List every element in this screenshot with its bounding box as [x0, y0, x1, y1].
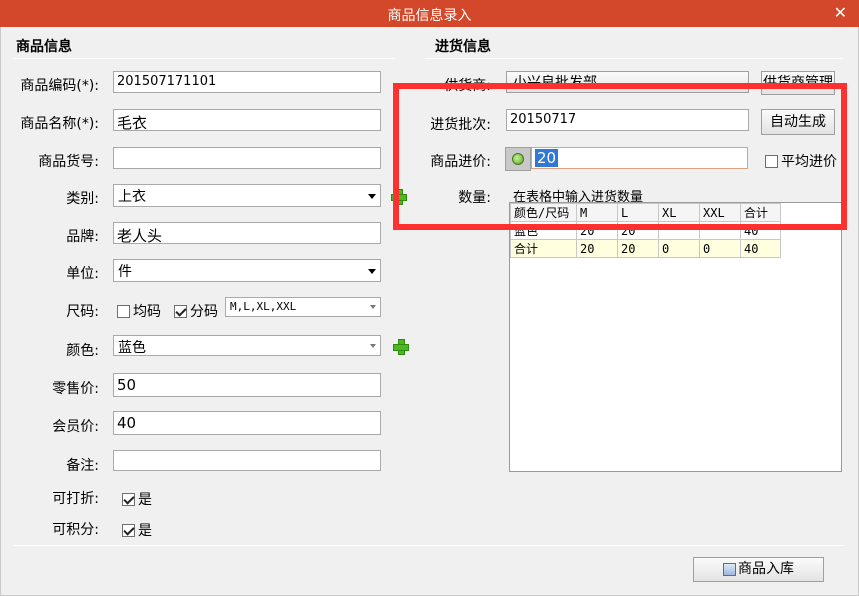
- grid-header-cell: 颜色/尺码: [510, 203, 577, 222]
- chevron-down-icon: [370, 343, 376, 348]
- discountable-checkbox[interactable]: [122, 492, 135, 506]
- grid-cell[interactable]: [658, 221, 700, 240]
- split-size-option[interactable]: 分码: [174, 301, 218, 321]
- brand-input[interactable]: 老人头: [113, 222, 381, 244]
- supplier-manage-button[interactable]: 供货商管理: [761, 71, 835, 95]
- member-price-label: 会员价:: [52, 419, 99, 435]
- supplier-label: 供货商:: [444, 78, 491, 94]
- name-label: 商品名称(*):: [20, 116, 99, 132]
- item-no-label: 商品货号:: [38, 154, 99, 170]
- batch-label: 进货批次:: [430, 117, 491, 133]
- grid-cell: 0: [699, 239, 741, 258]
- grid-cell: 0: [658, 239, 700, 258]
- category-select[interactable]: 上衣: [113, 184, 381, 207]
- discountable-label: 可打折:: [52, 491, 99, 507]
- grid-cell: 40: [740, 239, 781, 258]
- unit-value: 件: [118, 264, 132, 280]
- add-category-icon[interactable]: [390, 188, 407, 205]
- size-label: 尺码:: [66, 304, 99, 320]
- title-bar: 商品信息录入 ✕: [0, 0, 859, 27]
- add-color-icon[interactable]: [392, 338, 409, 355]
- supplier-select[interactable]: 小兴良批发部: [506, 71, 749, 93]
- purchase-price-label: 商品进价:: [430, 154, 491, 170]
- uniform-size-checkbox[interactable]: [117, 304, 130, 318]
- code-input[interactable]: 201507171101: [113, 71, 381, 93]
- purchase-section-title: 进货信息: [435, 39, 491, 55]
- retail-price-label: 零售价:: [52, 381, 99, 397]
- split-size-checkbox[interactable]: [174, 304, 187, 318]
- uniform-size-option[interactable]: 均码: [117, 301, 161, 321]
- grid-cell: 蓝色: [510, 221, 577, 240]
- code-label: 商品编码(*):: [20, 78, 99, 94]
- grid-cell: 合计: [510, 239, 577, 258]
- remark-label: 备注:: [66, 458, 99, 474]
- dialog-body: 商品信息 商品编码(*): 201507171101 商品名称(*): 毛衣 商…: [0, 27, 859, 596]
- grid-header-row: 颜色/尺码 M L XL XXL 合计: [510, 203, 781, 222]
- color-value: 蓝色: [118, 340, 146, 356]
- product-section-title: 商品信息: [16, 39, 72, 55]
- points-checkbox[interactable]: [122, 523, 135, 537]
- unit-select[interactable]: 件: [113, 259, 381, 282]
- points-yes-label: 是: [138, 523, 152, 539]
- product-section-divider: [13, 58, 395, 59]
- stock-in-icon: [723, 562, 736, 576]
- window-title: 商品信息录入: [387, 8, 472, 24]
- points-option[interactable]: 是: [122, 520, 152, 540]
- stock-in-button[interactable]: 商品入库: [693, 557, 824, 582]
- calculator-icon-button[interactable]: [505, 147, 531, 171]
- category-label: 类别:: [66, 191, 99, 207]
- grid-header-cell: XXL: [699, 203, 741, 222]
- color-select[interactable]: 蓝色: [113, 335, 381, 356]
- grid-cell[interactable]: 20: [617, 221, 659, 240]
- average-price-option[interactable]: 平均进价: [765, 151, 837, 171]
- grid-header-cell: 合计: [740, 203, 781, 222]
- average-price-label: 平均进价: [781, 154, 837, 170]
- purchase-price-value: 20: [535, 149, 559, 167]
- color-label: 颜色:: [66, 343, 99, 359]
- grid-cell: 20: [617, 239, 659, 258]
- grid-header-cell: L: [617, 203, 659, 222]
- batch-input[interactable]: 20150717: [506, 109, 749, 131]
- item-no-input[interactable]: [113, 147, 381, 169]
- grid-cell: 40: [740, 221, 781, 240]
- split-size-label: 分码: [190, 304, 218, 320]
- quantity-grid[interactable]: 颜色/尺码 M L XL XXL 合计 蓝色 20 20 40 合计 20 20…: [509, 202, 842, 472]
- points-label: 可积分:: [52, 522, 99, 538]
- sizes-select[interactable]: M,L,XL,XXL: [225, 297, 381, 317]
- footer-divider: [13, 545, 844, 546]
- close-icon[interactable]: ✕: [834, 3, 847, 22]
- unit-label: 单位:: [66, 266, 99, 282]
- average-price-checkbox[interactable]: [765, 154, 778, 168]
- grid-total-row: 合计 20 20 0 0 40: [510, 239, 781, 258]
- chevron-down-icon: [368, 193, 376, 199]
- remark-input[interactable]: [113, 450, 381, 471]
- category-value: 上衣: [118, 189, 146, 205]
- purchase-price-input[interactable]: 20: [531, 147, 748, 169]
- uniform-size-label: 均码: [133, 304, 161, 320]
- discountable-option[interactable]: 是: [122, 489, 152, 509]
- grid-row-blue[interactable]: 蓝色 20 20 40: [510, 221, 781, 240]
- grid-cell: 20: [576, 239, 618, 258]
- chevron-down-icon: [368, 268, 376, 274]
- chevron-down-icon: [370, 305, 376, 309]
- grid-header-cell: M: [576, 203, 618, 222]
- stock-in-label: 商品入库: [738, 561, 794, 577]
- member-price-input[interactable]: 40: [113, 411, 381, 435]
- purchase-section-divider: [425, 58, 843, 59]
- retail-price-input[interactable]: 50: [113, 373, 381, 397]
- sizes-value: M,L,XL,XXL: [230, 300, 297, 313]
- grid-header-cell: XL: [658, 203, 700, 222]
- quantity-label: 数量:: [458, 190, 491, 206]
- discountable-yes-label: 是: [138, 492, 152, 508]
- gear-icon: [512, 153, 524, 165]
- auto-generate-button[interactable]: 自动生成: [761, 109, 835, 135]
- grid-cell[interactable]: [699, 221, 741, 240]
- brand-label: 品牌:: [66, 229, 99, 245]
- name-input[interactable]: 毛衣: [113, 109, 381, 131]
- grid-cell[interactable]: 20: [576, 221, 618, 240]
